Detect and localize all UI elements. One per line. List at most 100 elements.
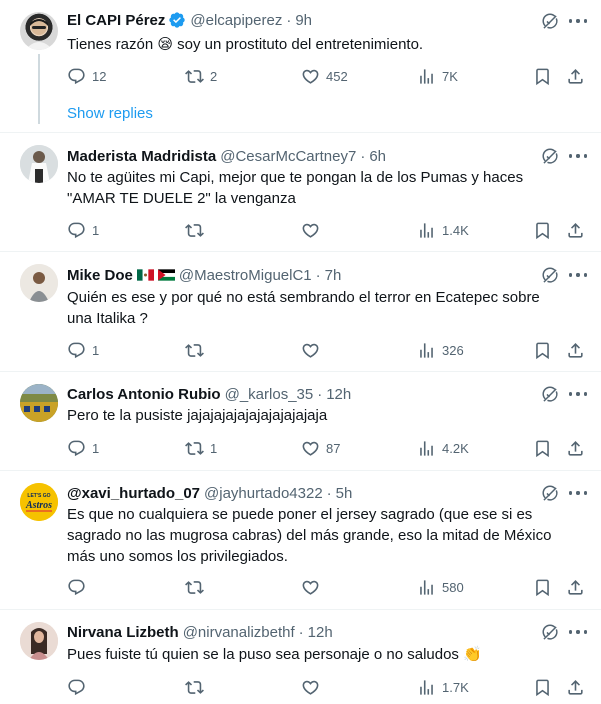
more-icon[interactable]: [569, 623, 587, 641]
retweet-button[interactable]: [185, 577, 210, 597]
tweet[interactable]: Mike Doe @MaestroMiguelC1 · 7h Quién es …: [0, 252, 601, 371]
bookmark-button[interactable]: [533, 677, 552, 697]
grok-icon[interactable]: [541, 484, 559, 502]
like-icon: [301, 439, 320, 458]
retweet-icon: [185, 221, 204, 240]
tweet-time[interactable]: 6h: [369, 148, 386, 165]
avatar[interactable]: LET'S GO Astros: [20, 483, 58, 521]
retweet-button[interactable]: [185, 340, 210, 360]
author-name[interactable]: Carlos Antonio Rubio: [67, 386, 221, 403]
retweet-button[interactable]: [185, 677, 210, 697]
share-button[interactable]: [566, 340, 585, 360]
like-count: 452: [326, 68, 348, 84]
share-icon: [566, 341, 585, 360]
grok-icon[interactable]: [541, 385, 559, 403]
retweet-count: 2: [210, 68, 218, 84]
share-button[interactable]: [566, 677, 585, 697]
tweet-time[interactable]: 12h: [326, 386, 351, 403]
author-name[interactable]: Maderista Madridista: [67, 148, 216, 165]
like-button[interactable]: 452: [301, 66, 348, 86]
reply-button[interactable]: 1: [67, 220, 99, 240]
like-button[interactable]: 87: [301, 438, 340, 458]
retweet-button[interactable]: [185, 220, 210, 240]
tweet-actions: 1 326: [67, 340, 587, 360]
author-name[interactable]: El CAPI Pérez: [67, 12, 165, 29]
more-icon[interactable]: [569, 147, 587, 165]
views-icon: [417, 678, 436, 697]
tweet[interactable]: LET'S GO Astros @xavi_hurtado_07 @jayhur…: [0, 471, 601, 609]
bookmark-button[interactable]: [533, 66, 552, 86]
views-button[interactable]: 1.4K: [417, 220, 469, 240]
share-icon: [566, 67, 585, 86]
retweet-button[interactable]: 2: [185, 66, 217, 86]
views-button[interactable]: 326: [417, 340, 464, 360]
avatar[interactable]: [20, 622, 58, 660]
like-button[interactable]: [301, 677, 326, 697]
tweet-time[interactable]: 5h: [336, 485, 353, 502]
reply-count: 1: [92, 440, 100, 456]
author-name[interactable]: Nirvana Lizbeth: [67, 624, 179, 641]
share-button[interactable]: [566, 438, 585, 458]
like-button[interactable]: [301, 340, 326, 360]
avatar[interactable]: [20, 145, 58, 183]
author-handle[interactable]: @nirvanalizbethf: [183, 624, 295, 641]
more-icon[interactable]: [569, 266, 587, 284]
show-replies-link[interactable]: Show replies: [67, 105, 153, 122]
more-icon[interactable]: [569, 12, 587, 30]
views-button[interactable]: 580: [417, 577, 464, 597]
tweet-time[interactable]: 9h: [295, 12, 312, 29]
views-button[interactable]: 7K: [417, 66, 458, 86]
author-handle[interactable]: @_karlos_35: [225, 386, 314, 403]
reply-count: 12: [92, 68, 107, 84]
like-icon: [301, 221, 320, 240]
author-name[interactable]: @xavi_hurtado_07: [67, 485, 200, 502]
views-button[interactable]: 1.7K: [417, 677, 469, 697]
retweet-button[interactable]: 1: [185, 438, 217, 458]
thread-line: [38, 54, 40, 124]
views-button[interactable]: 4.2K: [417, 438, 469, 458]
view-count: 1.7K: [442, 679, 469, 695]
reply-button[interactable]: 1: [67, 438, 99, 458]
grok-icon[interactable]: [541, 12, 559, 30]
share-button[interactable]: [566, 577, 585, 597]
like-button[interactable]: [301, 220, 326, 240]
avatar[interactable]: [20, 264, 58, 302]
share-button[interactable]: [566, 220, 585, 240]
share-button[interactable]: [566, 66, 585, 86]
avatar[interactable]: [20, 12, 58, 50]
tweet[interactable]: El CAPI Pérez @elcapiperez · 9h Tienes r…: [0, 0, 601, 132]
reply-button[interactable]: 1: [67, 340, 99, 360]
tweet-time[interactable]: 7h: [325, 267, 342, 284]
view-count: 4.2K: [442, 440, 469, 456]
bookmark-icon: [533, 439, 552, 458]
tweet[interactable]: Carlos Antonio Rubio @_karlos_35 · 12h P…: [0, 372, 601, 470]
tweet-time[interactable]: 12h: [308, 624, 333, 641]
bookmark-button[interactable]: [533, 438, 552, 458]
author-handle[interactable]: @jayhurtado4322: [204, 485, 323, 502]
author-name[interactable]: Mike Doe: [67, 267, 133, 284]
bookmark-button[interactable]: [533, 577, 552, 597]
author-handle[interactable]: @MaestroMiguelC1: [179, 267, 312, 284]
reply-button[interactable]: [67, 677, 92, 697]
bookmark-button[interactable]: [533, 220, 552, 240]
avatar[interactable]: [20, 384, 58, 422]
grok-icon[interactable]: [541, 266, 559, 284]
more-icon[interactable]: [569, 484, 587, 502]
more-icon[interactable]: [569, 385, 587, 403]
reply-icon: [67, 221, 86, 240]
view-count: 7K: [442, 68, 458, 84]
author-handle[interactable]: @elcapiperez: [190, 12, 282, 29]
tweet[interactable]: Nirvana Lizbeth @nirvanalizbethf · 12h P…: [0, 610, 601, 704]
tweet-header: Nirvana Lizbeth @nirvanalizbethf · 12h: [67, 622, 333, 642]
reply-button[interactable]: [67, 577, 92, 597]
reply-button[interactable]: 12: [67, 66, 106, 86]
separator-dot: ·: [315, 266, 321, 284]
tweet[interactable]: Maderista Madridista @CesarMcCartney7 · …: [0, 133, 601, 251]
bookmark-icon: [533, 67, 552, 86]
grok-icon[interactable]: [541, 623, 559, 641]
like-button[interactable]: [301, 577, 326, 597]
author-handle[interactable]: @CesarMcCartney7: [220, 148, 356, 165]
reply-icon: [67, 67, 86, 86]
grok-icon[interactable]: [541, 147, 559, 165]
bookmark-button[interactable]: [533, 340, 552, 360]
